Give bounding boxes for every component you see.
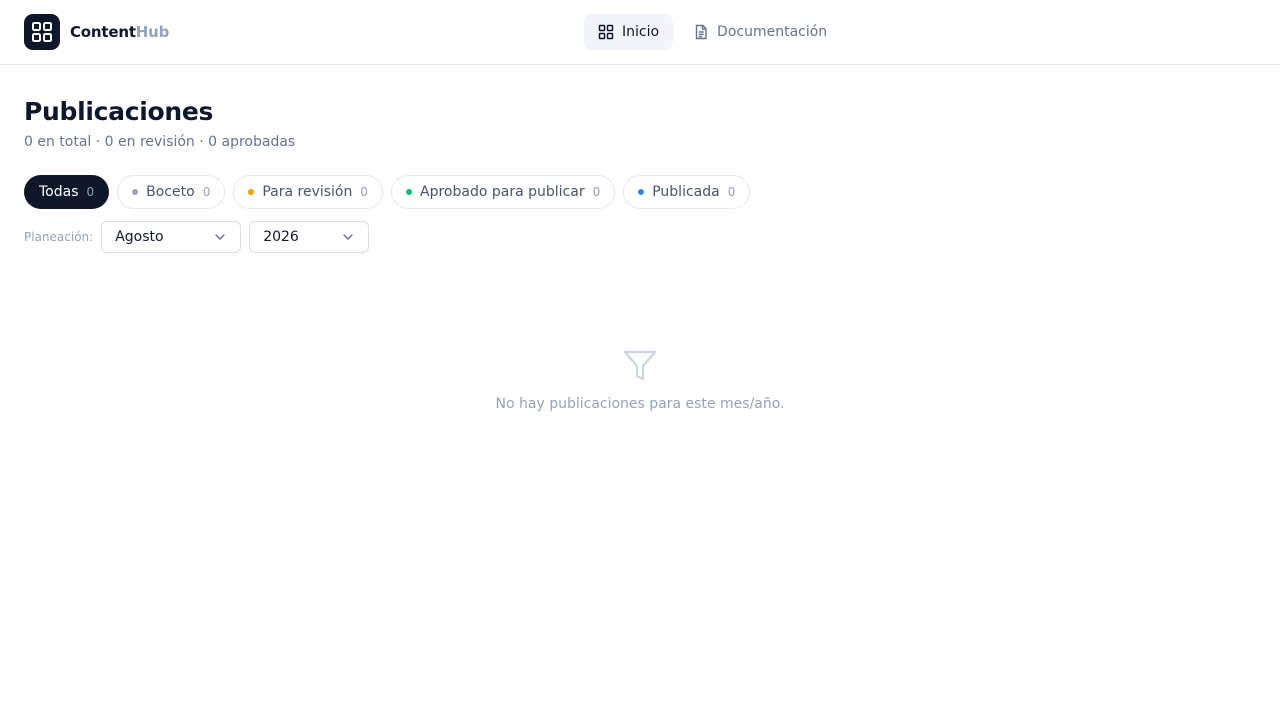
year-select[interactable]: 2026 — [249, 221, 370, 253]
filter-count: 0 — [360, 185, 369, 199]
main-content: Publicaciones 0 en total · 0 en revisión… — [0, 65, 1280, 253]
brand-name-secondary: Hub — [135, 23, 170, 41]
year-select-value: 2026 — [263, 229, 299, 245]
filter-boceto[interactable]: Boceto 0 — [117, 175, 226, 209]
filter-count: 0 — [86, 185, 95, 199]
planning-controls: Planeación: Agosto 2026 — [24, 221, 1256, 253]
top-bar: ContentHub Inicio Documentación — [0, 0, 1280, 65]
nav-item-label: Inicio — [622, 24, 660, 40]
filter-label: Aprobado para publicar — [420, 184, 585, 200]
filter-count: 0 — [592, 185, 601, 199]
main-nav: Inicio Documentación — [584, 14, 841, 50]
document-icon — [695, 24, 707, 40]
chevron-down-icon — [215, 234, 225, 240]
status-dot — [638, 189, 645, 195]
brand-name-primary: Content — [70, 23, 136, 41]
status-dot — [248, 189, 255, 195]
filter-label: Boceto — [146, 184, 195, 200]
filter-publicada[interactable]: Publicada 0 — [623, 175, 751, 209]
empty-state: No hay publicaciones para este mes/año. — [0, 350, 1280, 412]
filter-para-revision[interactable]: Para revisión 0 — [233, 175, 384, 209]
nav-item-inicio[interactable]: Inicio — [584, 14, 674, 50]
nav-item-documentacion[interactable]: Documentación — [679, 14, 841, 50]
brand-name: ContentHub — [70, 23, 169, 41]
filter-aprobado[interactable]: Aprobado para publicar 0 — [391, 175, 616, 209]
filter-label: Todas — [39, 184, 79, 200]
page-summary: 0 en total · 0 en revisión · 0 aprobadas — [24, 134, 296, 150]
status-dot — [132, 189, 139, 195]
status-filters: Todas 0 Boceto 0 Para revisión 0 Aprobad… — [24, 175, 1256, 209]
page-title: Publicaciones — [24, 97, 214, 126]
filter-icon — [623, 350, 657, 381]
nav-item-label: Documentación — [717, 24, 828, 40]
grid-icon — [32, 22, 52, 42]
filter-count: 0 — [727, 185, 736, 199]
filter-label: Publicada — [652, 184, 720, 200]
planning-label: Planeación: — [24, 230, 94, 244]
status-dot — [406, 189, 413, 195]
filter-count: 0 — [202, 185, 211, 199]
filter-todas[interactable]: Todas 0 — [24, 175, 110, 209]
brand-logo — [24, 14, 60, 50]
month-select[interactable]: Agosto — [101, 221, 242, 253]
grid-icon — [598, 24, 614, 40]
chevron-down-icon — [343, 234, 353, 240]
filter-label: Para revisión — [262, 184, 353, 200]
month-select-value: Agosto — [115, 229, 164, 245]
empty-state-message: No hay publicaciones para este mes/año. — [495, 396, 785, 412]
brand[interactable]: ContentHub — [24, 14, 169, 50]
